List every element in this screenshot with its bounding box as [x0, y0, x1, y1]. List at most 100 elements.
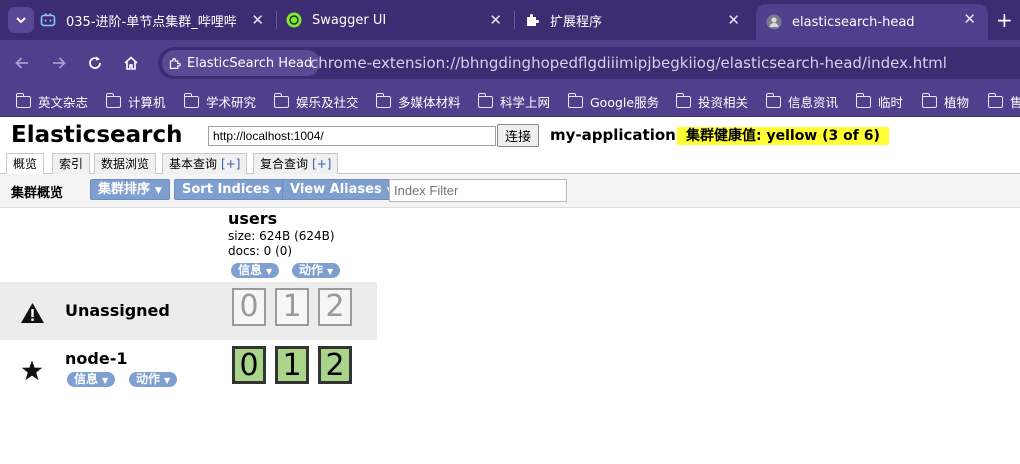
chevron-down-icon: [16, 17, 26, 24]
bookmark-folder[interactable]: 投资相关: [675, 92, 748, 111]
reload-button[interactable]: [82, 50, 108, 76]
index-size: size: 624B (624B): [228, 229, 335, 243]
bookmark-folder[interactable]: 计算机: [105, 92, 166, 111]
index-docs: docs: 0 (0): [228, 244, 293, 258]
unassigned-label: Unassigned: [65, 301, 170, 320]
extension-page-icon: [766, 14, 782, 30]
tab-bilibili[interactable]: 035-进阶-单节点集群_哔哩哔哩 ✕: [40, 5, 276, 35]
unassigned-row: Unassigned 0 1 2: [0, 282, 377, 340]
close-tab-icon[interactable]: ✕: [251, 12, 264, 28]
index-action-button[interactable]: 动作 ▼: [292, 263, 341, 278]
overview-toolbar: 集群概览 集群排序▼ Sort Indices▼ View Aliases▼: [0, 174, 1020, 208]
folder-icon: [855, 92, 871, 108]
view-aliases-button[interactable]: View Aliases▼: [282, 179, 402, 200]
address-bar[interactable]: ElasticSearch Head chrome-extension://bh…: [158, 47, 1020, 79]
tab-extensions[interactable]: 扩展程序 ✕: [524, 5, 752, 35]
close-tab-icon[interactable]: ✕: [489, 12, 502, 28]
url-text[interactable]: chrome-extension://bhngdinghopedflgdiiim…: [310, 54, 947, 72]
assigned-shard[interactable]: 0: [232, 346, 266, 384]
bookmark-folder[interactable]: 售: [987, 92, 1020, 111]
elasticsearch-head-page: Elasticsearch 连接 my-application 集群健康值: y…: [0, 118, 1020, 464]
folder-icon: [183, 92, 199, 108]
warning-icon: [21, 303, 44, 323]
caret-down-icon: ▼: [155, 186, 162, 196]
tab-structured-query[interactable]: 复合查询 [+]: [253, 153, 339, 175]
tab-title: Swagger UI: [312, 12, 387, 28]
back-button[interactable]: [9, 50, 35, 76]
folder-icon: [15, 92, 31, 108]
folder-icon: [921, 92, 937, 108]
bookmark-folder[interactable]: Google服务: [567, 92, 659, 111]
folder-icon: [567, 92, 583, 108]
folder-icon: [375, 92, 391, 108]
reload-icon: [89, 56, 101, 69]
home-button[interactable]: [118, 50, 144, 76]
puzzle-icon: [524, 12, 540, 28]
app-title: Elasticsearch: [11, 122, 183, 148]
main-tabs: 概览 索引 数据浏览 基本查询 [+] 复合查询 [+]: [0, 152, 1020, 176]
new-tab-button[interactable]: +: [996, 8, 1013, 32]
cluster-url-input[interactable]: [208, 126, 496, 146]
folder-icon: [675, 92, 691, 108]
home-icon: [124, 56, 138, 70]
unassigned-shard[interactable]: 0: [232, 288, 266, 326]
cluster-name: my-application: [550, 126, 676, 144]
folder-icon: [765, 92, 781, 108]
caret-down-icon: ▼: [327, 267, 334, 276]
index-name: users: [228, 209, 278, 228]
close-tab-icon[interactable]: ✕: [963, 11, 976, 27]
index-filter-input[interactable]: [389, 179, 567, 202]
bookmark-folder[interactable]: 娱乐及社交: [273, 92, 359, 111]
tab-basic-query[interactable]: 基本查询 [+]: [162, 153, 248, 175]
bookmark-folder[interactable]: 多媒体材料: [375, 92, 461, 111]
assigned-shard[interactable]: 2: [318, 346, 352, 384]
bookmark-folder[interactable]: 科学上网: [477, 92, 550, 111]
folder-icon: [987, 92, 1003, 108]
caret-down-icon: ▼: [266, 267, 273, 276]
swagger-icon: [286, 12, 302, 28]
tab-title: 035-进阶-单节点集群_哔哩哔哩: [66, 14, 236, 30]
forward-button[interactable]: [46, 50, 72, 76]
folder-icon: [477, 92, 493, 108]
bookmark-folder[interactable]: 英文杂志: [15, 92, 88, 111]
assigned-shard[interactable]: 1: [275, 346, 309, 384]
tab-browser[interactable]: 数据浏览: [94, 153, 157, 175]
bookmarks-bar: 英文杂志 计算机 学术研究 娱乐及社交 多媒体材料 科学上网 Google服务 …: [0, 85, 1020, 117]
add-query-tab[interactable]: [+]: [312, 157, 331, 171]
index-info-button[interactable]: 信息 ▼: [231, 263, 280, 278]
unassigned-shard[interactable]: 2: [318, 288, 352, 326]
tab-overview[interactable]: 概览: [6, 153, 45, 176]
tab-indices[interactable]: 索引: [52, 153, 91, 175]
caret-down-icon: ▼: [102, 376, 109, 385]
caret-down-icon: ▼: [164, 376, 171, 385]
folder-icon: [105, 92, 121, 108]
sort-indices-button[interactable]: Sort Indices ▼: [174, 179, 290, 200]
browser-toolbar: ElasticSearch Head chrome-extension://bh…: [0, 40, 1020, 85]
tab-elasticsearch-head[interactable]: elasticsearch-head ✕: [756, 4, 988, 40]
tab-search-button[interactable]: [8, 7, 34, 33]
star-icon: [21, 360, 43, 380]
tab-title: elasticsearch-head: [792, 14, 915, 30]
overview-label: 集群概览: [11, 186, 64, 201]
tab-swagger[interactable]: Swagger UI ✕: [286, 5, 514, 35]
caret-down-icon: ▼: [274, 186, 282, 196]
close-tab-icon[interactable]: ✕: [727, 12, 740, 28]
tab-strip: 035-进阶-单节点集群_哔哩哔哩 ✕ Swagger UI ✕ 扩展程序 ✕ …: [0, 0, 1020, 40]
connect-button[interactable]: 连接: [497, 124, 539, 147]
bookmark-folder[interactable]: 临时: [855, 92, 903, 111]
unassigned-shard[interactable]: 1: [275, 288, 309, 326]
puzzle-icon: [169, 57, 181, 69]
node-info-button[interactable]: 信息 ▼: [67, 372, 116, 387]
tab-title: 扩展程序: [550, 14, 603, 30]
bookmark-folder[interactable]: 学术研究: [183, 92, 256, 111]
extension-chip[interactable]: ElasticSearch Head: [162, 50, 321, 76]
node-name: node-1: [65, 349, 128, 368]
node-action-button[interactable]: 动作 ▼: [129, 372, 178, 387]
bookmark-folder[interactable]: 植物: [921, 92, 969, 111]
add-query-tab[interactable]: [+]: [221, 157, 240, 171]
bilibili-icon: [40, 12, 56, 28]
folder-icon: [273, 92, 289, 108]
bookmark-folder[interactable]: 信息资讯: [765, 92, 838, 111]
cluster-health-badge: 集群健康值: yellow (3 of 6): [677, 127, 889, 145]
sort-cluster-button[interactable]: 集群排序 ▼: [90, 179, 170, 200]
